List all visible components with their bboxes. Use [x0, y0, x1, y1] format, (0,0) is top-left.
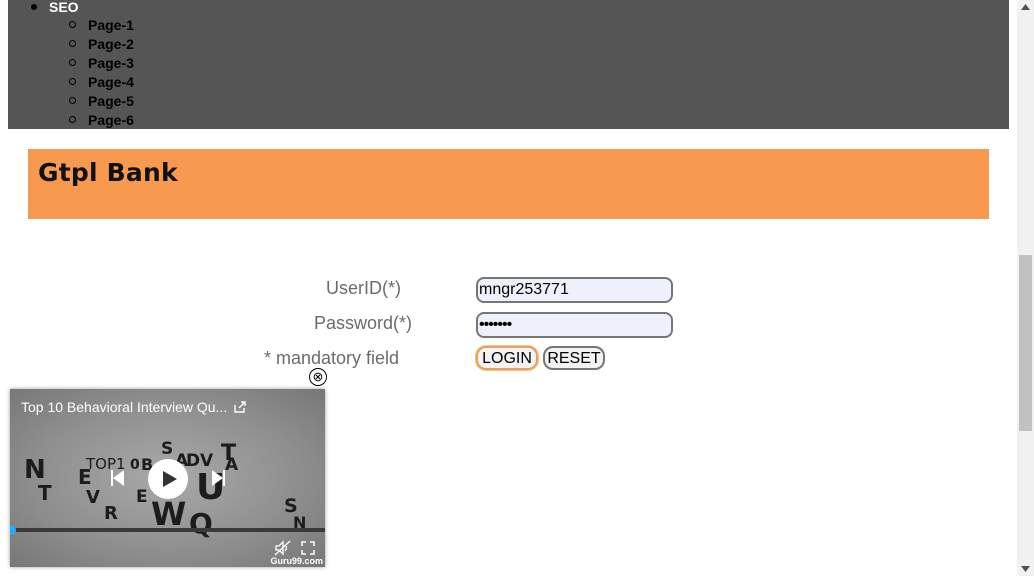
- thumbnail-letter: E: [136, 487, 148, 507]
- video-watermark: Guru99.com: [270, 556, 323, 566]
- close-icon[interactable]: ⊗: [309, 368, 327, 386]
- scroll-down-arrow-icon[interactable]: [1021, 566, 1030, 572]
- video-player[interactable]: Top 10 Behavioral Interview Qu... N T E …: [10, 389, 325, 567]
- scroll-up-arrow-icon[interactable]: [1021, 4, 1030, 10]
- nav-item-page-6[interactable]: Page-6: [69, 111, 134, 129]
- video-progress-bar[interactable]: [10, 525, 325, 535]
- nav-item-page-2[interactable]: Page-2: [69, 35, 134, 53]
- video-title[interactable]: Top 10 Behavioral Interview Qu...: [21, 399, 227, 415]
- thumbnail-letter: S: [161, 439, 174, 459]
- password-input[interactable]: •••••••: [476, 312, 673, 338]
- scrollbar-thumb[interactable]: [1019, 255, 1032, 431]
- vertical-scrollbar[interactable]: [1017, 0, 1034, 576]
- userid-input[interactable]: mngr253771: [476, 277, 673, 303]
- thumbnail-letter: A: [225, 455, 239, 475]
- nav-item-page-3[interactable]: Page-3: [69, 54, 134, 72]
- nav-item-seo[interactable]: SEO: [31, 0, 79, 16]
- play-icon: [163, 471, 177, 487]
- brand-header: Gtpl Bank: [28, 149, 989, 219]
- mute-icon[interactable]: [274, 540, 292, 556]
- thumbnail-letter: 0: [130, 457, 140, 473]
- top-navigation: SEO Page-1 Page-2 Page-3 Page-4 Page-5 P…: [8, 0, 1009, 129]
- nav-item-page-4[interactable]: Page-4: [69, 73, 134, 91]
- thumbnail-letter: R: [104, 503, 118, 524]
- next-icon[interactable]: [210, 469, 226, 487]
- previous-icon[interactable]: [110, 469, 126, 487]
- login-button[interactable]: LOGIN: [476, 346, 538, 370]
- userid-label: UserID(*): [326, 278, 401, 298]
- mandatory-note: * mandatory field: [264, 348, 400, 368]
- thumbnail-letter: T: [38, 481, 52, 505]
- nav-item-page-5[interactable]: Page-5: [69, 92, 134, 110]
- fullscreen-icon[interactable]: [301, 541, 315, 555]
- reset-button[interactable]: RESET: [543, 346, 605, 370]
- progress-knob[interactable]: [10, 525, 16, 535]
- nav-item-page-1[interactable]: Page-1: [69, 16, 134, 34]
- thumbnail-letter: Q: [189, 507, 213, 540]
- thumbnail-letter: V: [86, 487, 100, 508]
- password-label: Password(*): [314, 313, 413, 333]
- brand-title: Gtpl Bank: [38, 158, 178, 187]
- share-icon[interactable]: [233, 400, 247, 414]
- play-button[interactable]: [148, 459, 188, 499]
